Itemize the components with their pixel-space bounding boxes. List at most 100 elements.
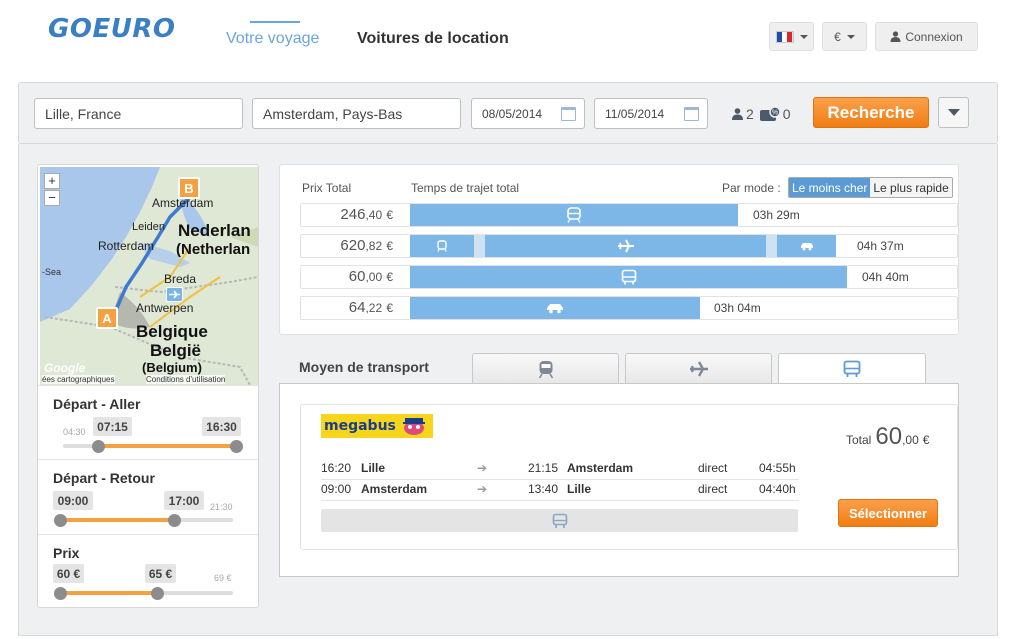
- leg-duration: 04:40h: [759, 482, 796, 496]
- slider-range: [98, 444, 236, 448]
- depart-date-input[interactable]: 08/05/2014: [471, 98, 585, 129]
- airplane-icon: [689, 360, 708, 377]
- price-decimal: ,22: [365, 301, 383, 315]
- duration-segment-car[interactable]: [777, 235, 836, 257]
- car-icon: [800, 243, 813, 251]
- range-min-label: 04:30: [63, 427, 86, 437]
- adult-icon: [732, 108, 743, 120]
- search-bar: Lille, France Amsterdam, Pays-Bas 08/05/…: [18, 82, 998, 144]
- result-duration: 03h 29m: [753, 208, 800, 222]
- total-label: Total: [846, 433, 872, 447]
- france-flag-icon: [775, 30, 794, 43]
- login-button[interactable]: Connexion: [875, 22, 978, 51]
- currency-selector[interactable]: €: [822, 22, 867, 51]
- map-terms-link[interactable]: Conditions d'utilisation: [146, 375, 226, 384]
- duration-bar[interactable]: [410, 204, 738, 226]
- train-icon: [538, 360, 553, 378]
- price-currency: €: [386, 270, 393, 284]
- google-logo: Google: [44, 361, 86, 375]
- login-label: Connexion: [905, 29, 963, 44]
- bus-timeline-bar[interactable]: [321, 509, 798, 532]
- goeuro-logo[interactable]: GOEURO: [48, 14, 175, 44]
- result-row-train[interactable]: 246,40 € 03h 29m: [300, 203, 958, 227]
- slider-handle-min[interactable]: [54, 587, 67, 600]
- adult-count: 2: [746, 106, 754, 122]
- zoom-out-button[interactable]: −: [44, 190, 60, 206]
- map-label-belgium: (Belgium): [142, 360, 202, 375]
- language-selector[interactable]: [769, 22, 814, 51]
- map-label-nederland: Nederlan: [178, 221, 251, 240]
- range-from-value: 09:00: [53, 491, 93, 510]
- airport-marker-icon[interactable]: [166, 287, 183, 302]
- results-summary: Prix Total Temps de trajet total Par mod…: [279, 164, 959, 335]
- sort-label: Par mode :: [722, 181, 781, 195]
- calendar-icon[interactable]: [684, 107, 699, 121]
- train-icon: [437, 240, 447, 252]
- zoom-in-button[interactable]: +: [44, 173, 60, 189]
- filter-title: Prix: [53, 545, 80, 561]
- slider-range: [60, 518, 175, 522]
- result-row-flight[interactable]: 620,82 € 04h 37m: [300, 234, 958, 258]
- map-label-belgie: België: [150, 341, 202, 360]
- result-duration: 03h 04m: [714, 301, 761, 315]
- slider-handle-max[interactable]: [230, 440, 243, 453]
- filter-depart-aller: Départ - Aller 04:30 07:15 16:30: [38, 385, 258, 459]
- tab-flight[interactable]: [625, 353, 772, 383]
- leg-dep-city: Lille: [361, 461, 386, 475]
- tab-train[interactable]: [472, 353, 619, 383]
- price-integer: 64: [348, 299, 366, 316]
- map-label-rotterdam: Rotterdam: [98, 239, 155, 253]
- content-area: Amsterdam Nederlan (Netherlan Leiden Rot…: [18, 144, 998, 636]
- price-integer: 620: [340, 237, 366, 254]
- leg-duration: 04:55h: [759, 461, 796, 475]
- nav-votre-voyage[interactable]: Votre voyage: [226, 30, 319, 48]
- result-row-car[interactable]: 64,22 € 03h 04m: [300, 296, 958, 320]
- map-label-antwerpen: Antwerpen: [136, 301, 194, 315]
- bus-offer-card[interactable]: megabus 16:20 Lille ➔ 21:15 Amsterdam di…: [300, 404, 958, 550]
- return-date-input[interactable]: 11/05/2014: [594, 98, 708, 129]
- price-decimal: ,00: [365, 270, 383, 284]
- arrow-right-icon: ➔: [477, 461, 488, 475]
- result-duration: 04h 37m: [857, 239, 904, 253]
- sort-fastest-button[interactable]: Le plus rapide: [870, 178, 952, 197]
- map-credits[interactable]: ées cartographiques: [42, 375, 115, 384]
- leg-dep-city: Amsterdam: [361, 482, 428, 496]
- result-price: 620,82 €: [301, 235, 393, 257]
- discount-card-icon: %: [759, 107, 780, 121]
- more-options-button[interactable]: [938, 97, 969, 128]
- duration-segment-train[interactable]: [410, 235, 474, 257]
- nav-voitures-de-location[interactable]: Voitures de location: [357, 30, 509, 48]
- range-max-label: 21:30: [210, 502, 233, 512]
- outbound-leg: 16:20 Lille ➔ 21:15 Amsterdam direct 04:…: [321, 458, 799, 479]
- chevron-down-icon: [947, 109, 960, 116]
- select-button[interactable]: Sélectionner: [838, 499, 938, 527]
- sort-cheapest-button[interactable]: Le moins cher: [789, 178, 871, 197]
- duration-bar[interactable]: [410, 297, 700, 319]
- duration-bar[interactable]: [410, 266, 847, 288]
- bus-icon: [621, 269, 636, 285]
- total-decimal: ,00: [902, 433, 919, 447]
- slider-handle-max[interactable]: [168, 514, 181, 527]
- tab-bus[interactable]: [778, 353, 926, 384]
- duration-segment-flight[interactable]: [485, 235, 766, 257]
- filter-depart-retour: Départ - Retour 09:00 17:00 21:30: [38, 459, 258, 534]
- return-leg: 09:00 Amsterdam ➔ 13:40 Lille direct 04:…: [321, 479, 799, 500]
- filter-prix: Prix 60 € 65 € 69 €: [38, 534, 258, 607]
- origin-input[interactable]: Lille, France: [34, 98, 243, 129]
- calendar-icon[interactable]: [561, 107, 576, 121]
- map-marker-b[interactable]: B: [178, 177, 200, 199]
- slider-handle-min[interactable]: [54, 514, 67, 527]
- range-to-value: 65 €: [145, 564, 176, 583]
- transport-mode-label: Moyen de transport: [299, 359, 429, 375]
- search-button[interactable]: Recherche: [813, 97, 929, 128]
- route-map[interactable]: Amsterdam Nederlan (Netherlan Leiden Rot…: [40, 167, 258, 385]
- map-marker-a[interactable]: A: [96, 307, 118, 329]
- slider-handle-min[interactable]: [92, 440, 105, 453]
- filter-title: Départ - Aller: [53, 396, 141, 412]
- slider-handle-max[interactable]: [151, 587, 164, 600]
- bus-icon: [843, 360, 861, 377]
- result-price: 60,00 €: [301, 266, 393, 288]
- result-row-bus[interactable]: 60,00 € 04h 40m: [300, 265, 958, 289]
- passenger-selector[interactable]: 2 % 0: [732, 106, 791, 122]
- destination-input[interactable]: Amsterdam, Pays-Bas: [252, 98, 461, 129]
